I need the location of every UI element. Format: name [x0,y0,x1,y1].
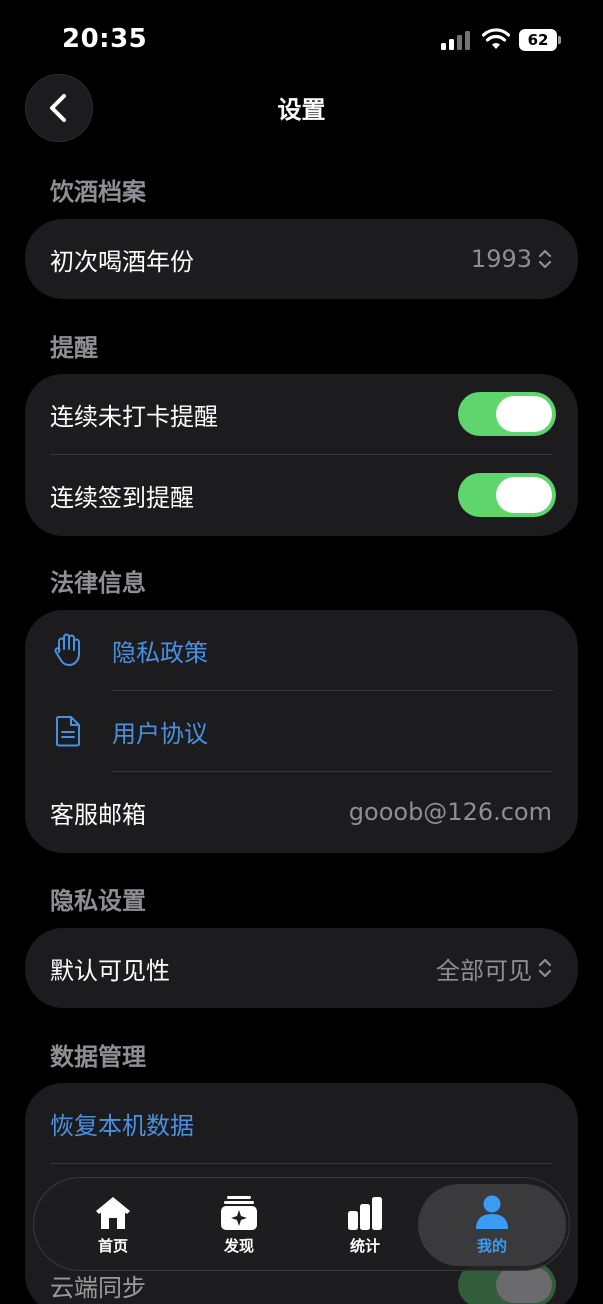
status-bar: 20:35 62 [0,0,603,80]
support-email-value[interactable]: gooob@126.com [349,798,552,826]
tab-home-label: 首页 [97,1237,128,1255]
section-header-drinking: 饮酒档案 [50,178,146,206]
legal-card: 隐私政策 用户协议 客服邮箱 gooob@126.com [25,610,578,853]
first-year-label: 初次喝酒年份 [50,247,194,276]
battery-level: 62 [519,29,557,51]
visibility-value: 全部可见 [436,956,532,985]
missed-checkin-toggle[interactable] [458,392,556,436]
page-title: 设置 [277,96,326,124]
first-year-value: 1993 [470,245,532,273]
reminders-card: 连续未打卡提醒 连续签到提醒 [25,374,578,536]
streak-label: 连续签到提醒 [50,483,194,512]
drinking-card: 初次喝酒年份 1993 [25,219,578,299]
chevron-up-down-icon [538,958,552,978]
status-time: 20:35 [62,24,148,54]
section-header-reminders: 提醒 [50,334,98,362]
tab-bar: 首页 发现 统计 我的 [33,1177,570,1271]
section-header-legal: 法律信息 [50,569,146,597]
user-agreement-link[interactable]: 用户协议 [112,714,208,749]
first-year-row[interactable]: 初次喝酒年份 1993 [25,219,578,299]
streak-row: 连续签到提醒 [25,455,578,535]
stats-icon [348,1197,382,1230]
tab-profile-label: 我的 [476,1237,507,1255]
cloud-sync-label: 云端同步 [50,1273,146,1302]
visibility-row[interactable]: 默认可见性 全部可见 [25,928,578,1008]
section-header-data: 数据管理 [50,1043,146,1071]
first-year-picker[interactable]: 1993 [471,245,552,273]
profile-icon [476,1195,508,1229]
user-agreement-row[interactable]: 用户协议 [25,691,578,771]
tab-stats[interactable]: 统计 [302,1178,428,1270]
discover-icon [221,1196,257,1230]
tab-stats-label: 统计 [349,1237,380,1255]
document-icon [56,716,80,747]
chevron-up-down-icon [538,249,552,269]
support-email-label: 客服邮箱 [50,800,146,829]
restore-row[interactable]: 恢复本机数据 [25,1083,578,1163]
missed-checkin-label: 连续未打卡提醒 [50,402,218,431]
hand-raised-icon [54,633,80,666]
home-icon [96,1197,130,1229]
cellular-signal-icon [441,30,471,50]
battery-icon: 62 [519,29,561,51]
missed-checkin-row: 连续未打卡提醒 [25,374,578,454]
section-header-privacy: 隐私设置 [50,887,146,915]
tab-profile[interactable]: 我的 [418,1184,566,1266]
support-email-row[interactable]: 客服邮箱 gooob@126.com [25,772,578,852]
streak-toggle[interactable] [458,473,556,517]
privacy-policy-link[interactable]: 隐私政策 [112,633,208,668]
tab-home[interactable]: 首页 [50,1178,176,1270]
visibility-picker[interactable]: 全部可见 [436,951,552,986]
restore-local-data-button[interactable]: 恢复本机数据 [50,1106,194,1141]
wifi-icon [482,28,510,49]
privacy-card: 默认可见性 全部可见 [25,928,578,1008]
tab-discover-label: 发现 [223,1237,254,1255]
visibility-label: 默认可见性 [50,956,170,985]
tab-discover[interactable]: 发现 [176,1178,302,1270]
privacy-policy-row[interactable]: 隐私政策 [25,610,578,690]
